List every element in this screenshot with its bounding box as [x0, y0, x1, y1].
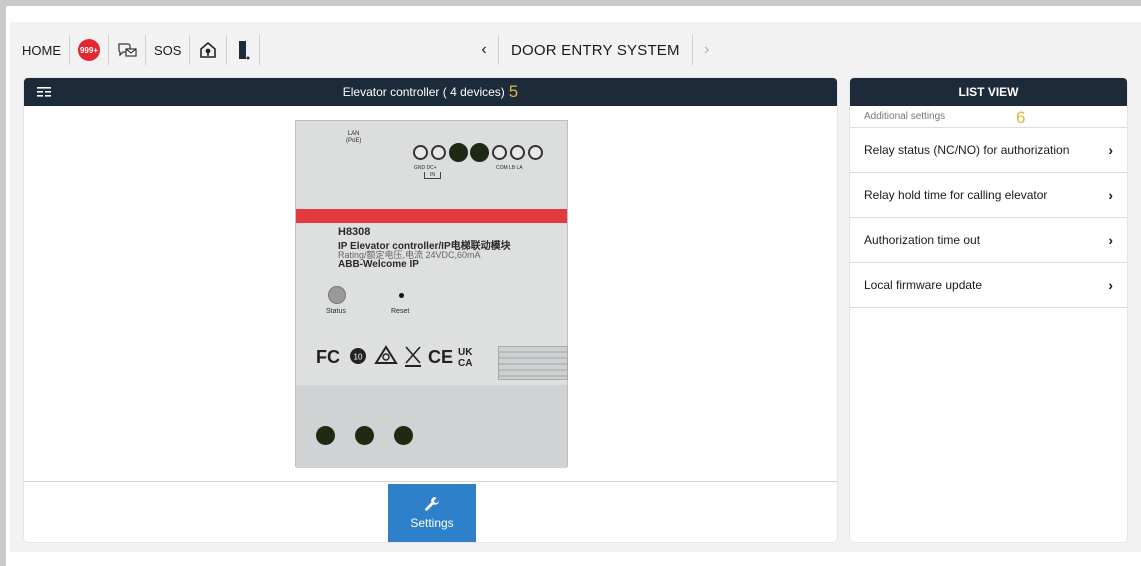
- svg-text:UK: UK: [458, 347, 473, 358]
- top-navigation-bar: HOME 999+ SOS ‹ DOOR ENTRY SYSTEM ›: [14, 26, 1134, 74]
- message-icon: [118, 43, 137, 57]
- list-item-label: Authorization time out: [864, 233, 981, 247]
- svg-text:CE: CE: [428, 347, 453, 367]
- door-button[interactable]: [227, 35, 261, 65]
- list-menu-icon[interactable]: [36, 85, 52, 99]
- device-panel-title: Elevator controller ( 4 devices): [342, 85, 505, 99]
- settings-bar: Settings: [24, 482, 837, 542]
- chevron-right-icon: ›: [1108, 142, 1113, 158]
- settings-button[interactable]: Settings: [388, 484, 476, 542]
- status-label: Status: [326, 308, 346, 315]
- lan-label: LAN (PoE): [346, 131, 362, 144]
- additional-settings-header: Additional settings 6: [850, 106, 1127, 128]
- step-number-6: 6: [1016, 108, 1026, 127]
- settings-label: Settings: [410, 516, 454, 530]
- chevron-left-icon[interactable]: ‹: [470, 41, 498, 59]
- list-view-panel: LIST VIEW Additional settings 6 Relay st…: [850, 78, 1127, 542]
- messages-button[interactable]: [109, 35, 146, 65]
- screw-hole-icon: [355, 426, 374, 445]
- terminal-la-icon: [528, 145, 543, 160]
- din-rail-clip: [498, 346, 568, 380]
- device-panel-header: Elevator controller ( 4 devices) 5: [24, 78, 837, 106]
- terminal-labels-right: COM LB LA: [496, 165, 523, 171]
- list-item-firmware-update[interactable]: Local firmware update ›: [850, 263, 1127, 308]
- sos-button[interactable]: SOS: [146, 35, 191, 65]
- list-item-label: Local firmware update: [864, 278, 983, 292]
- svg-text:10: 10: [354, 353, 363, 362]
- list-item-relay-hold-time[interactable]: Relay hold time for calling elevator ›: [850, 173, 1127, 218]
- nav-shortcuts: HOME 999+ SOS: [14, 26, 261, 74]
- terminal-in-label: IN: [424, 172, 441, 179]
- list-item-authorization-timeout[interactable]: Authorization time out ›: [850, 218, 1127, 263]
- device-panel: Elevator controller ( 4 devices) 5 LAN (P…: [24, 78, 837, 542]
- screw-hole-icon: [394, 426, 413, 445]
- wrench-icon: [425, 497, 439, 511]
- page-title: DOOR ENTRY SYSTEM: [498, 35, 693, 65]
- chevron-right-icon[interactable]: ›: [693, 41, 721, 59]
- alarm-button[interactable]: 999+: [70, 35, 109, 65]
- additional-settings-label: Additional settings: [864, 111, 946, 122]
- list-item-label: Relay hold time for calling elevator: [864, 188, 1048, 202]
- list-item-label: Relay status (NC/NO) for authorization: [864, 143, 1070, 157]
- device-bottom-section: [296, 385, 567, 468]
- device-red-stripe: [296, 209, 567, 223]
- step-number-5: 5: [508, 82, 519, 101]
- terminal-gnd-icon: [413, 145, 428, 160]
- chevron-right-icon: ›: [1108, 277, 1113, 293]
- terminal-blank-icon: [470, 143, 489, 162]
- chevron-right-icon: ›: [1108, 232, 1113, 248]
- svg-text:CA: CA: [458, 358, 472, 369]
- reset-label: Reset: [391, 308, 410, 315]
- terminal-lb-icon: [510, 145, 525, 160]
- device-brand-line: ABB-Welcome IP: [338, 259, 419, 270]
- device-image-area: LAN (PoE) GND DC+ IN COM LB LA H8308 IP E…: [24, 106, 837, 482]
- reset-button-icon: [399, 293, 404, 298]
- terminal-com-icon: [492, 145, 507, 160]
- status-led-icon: [328, 286, 346, 304]
- house-alert-icon: [200, 41, 217, 58]
- terminal-dc-icon: [431, 145, 446, 160]
- door-icon: [239, 41, 250, 60]
- terminal-labels-left: GND DC+: [414, 165, 437, 171]
- terminal-blank-icon: [449, 143, 468, 162]
- list-view-header: LIST VIEW: [850, 78, 1127, 106]
- home-button[interactable]: HOME: [14, 35, 70, 65]
- certification-marks-icon: FC 10 CE UK CA: [316, 345, 473, 369]
- svg-text:FC: FC: [316, 347, 340, 367]
- device-illustration: LAN (PoE) GND DC+ IN COM LB LA H8308 IP E…: [295, 120, 568, 468]
- screw-hole-icon: [316, 426, 335, 445]
- house-button[interactable]: [190, 35, 228, 65]
- alarm-badge-icon: 999+: [78, 39, 100, 61]
- list-item-relay-status[interactable]: Relay status (NC/NO) for authorization ›: [850, 128, 1127, 173]
- chevron-right-icon: ›: [1108, 187, 1113, 203]
- page-title-nav: ‹ DOOR ENTRY SYSTEM ›: [470, 26, 721, 74]
